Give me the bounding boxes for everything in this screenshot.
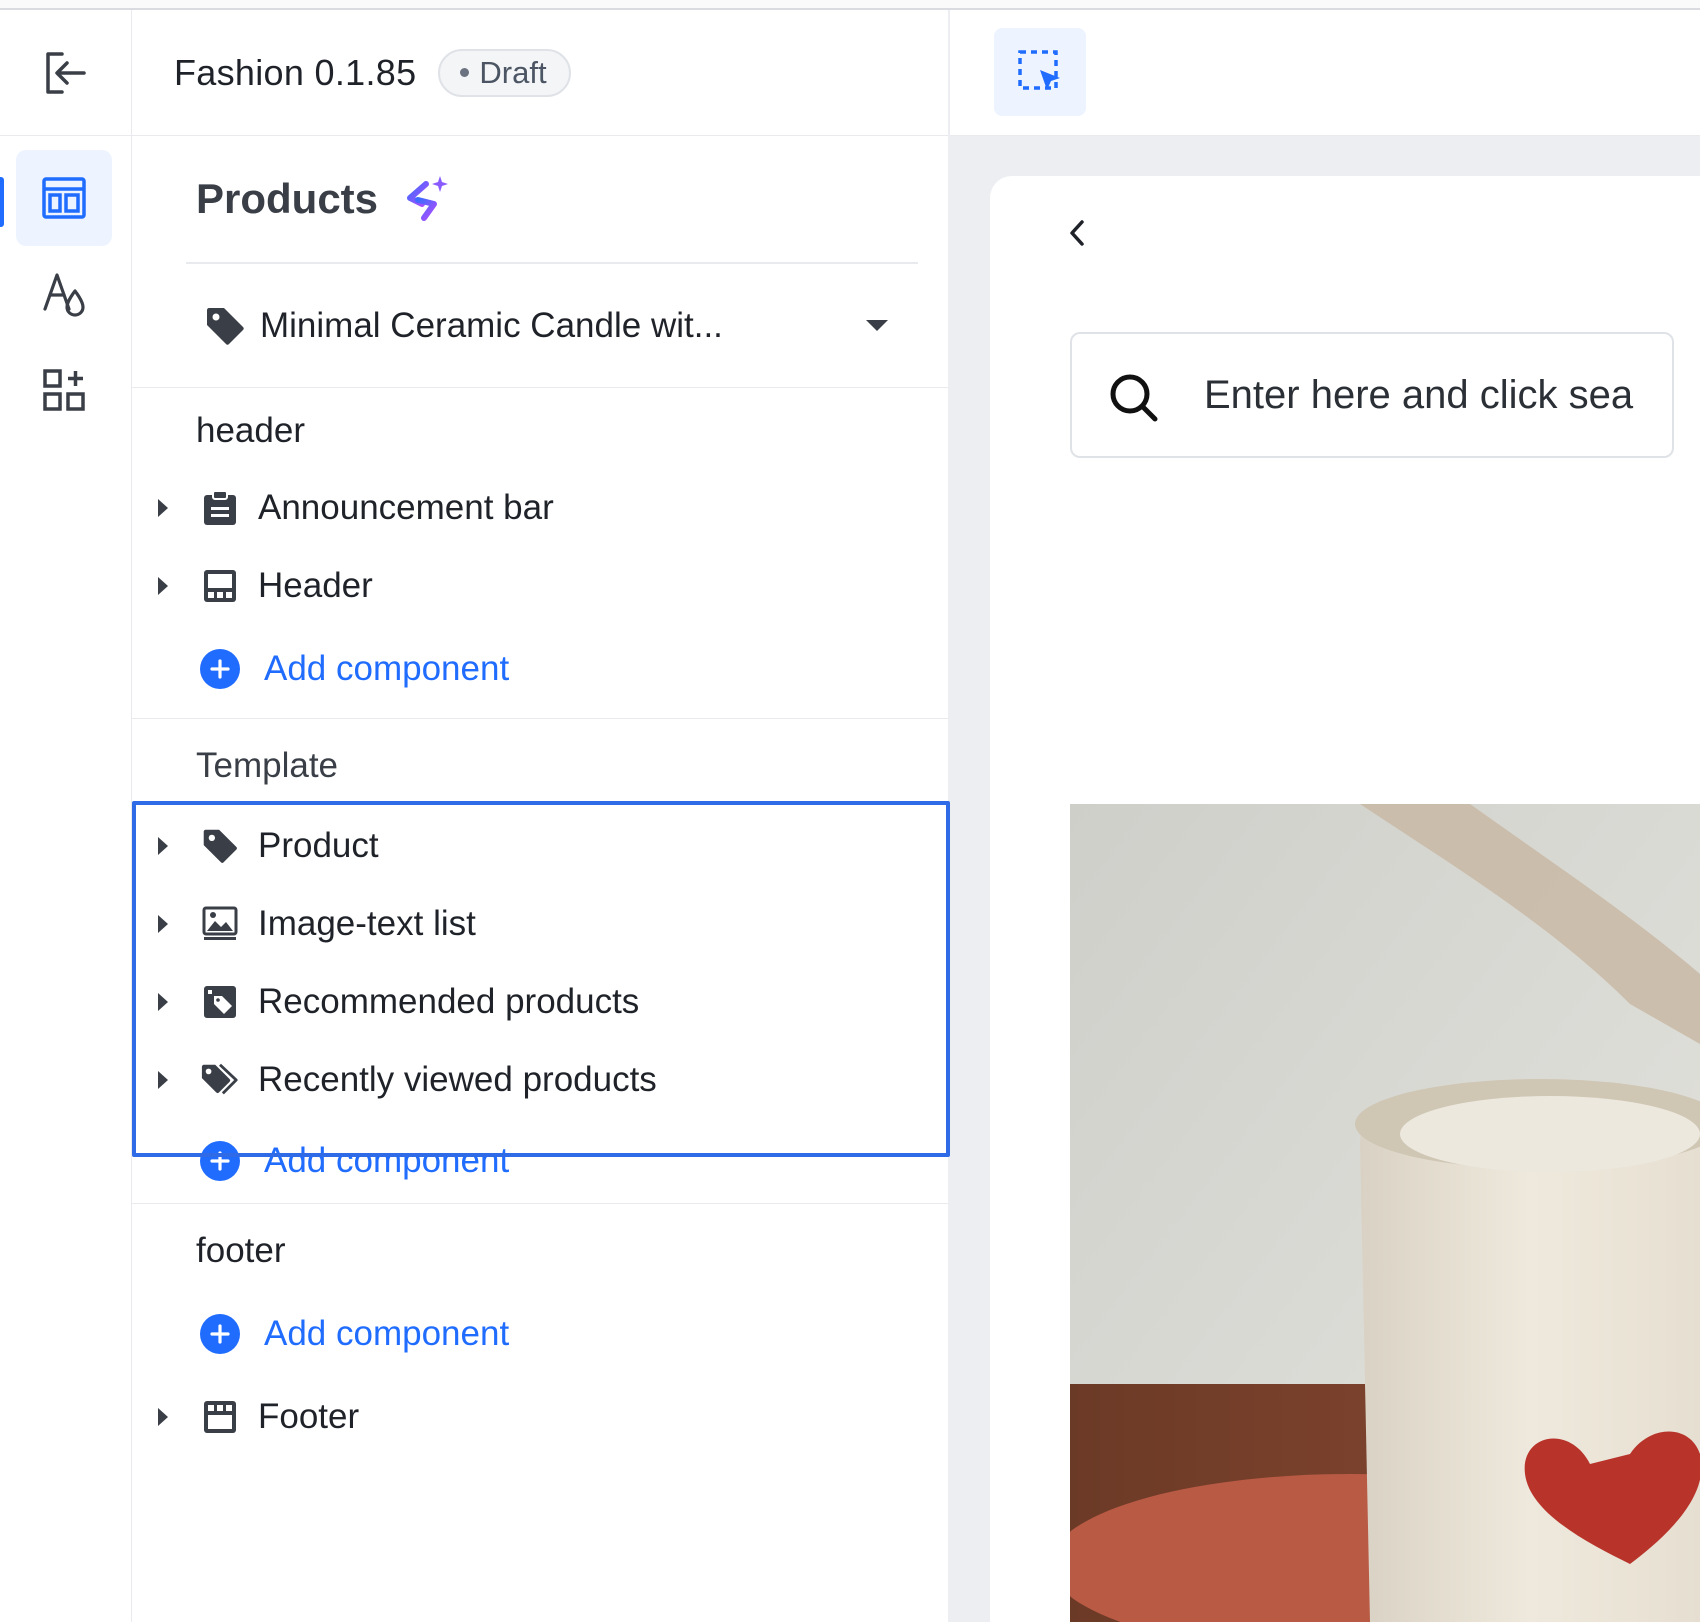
component-label: Recently viewed products (258, 1060, 657, 1099)
status-dot (460, 68, 470, 77)
header-layout-icon (200, 566, 240, 606)
exit-button[interactable] (0, 10, 131, 136)
add-component-label: Add component (264, 649, 510, 688)
typography-icon (43, 273, 85, 317)
expand-arrow-icon[interactable] (158, 1408, 168, 1426)
section-title-header: header (196, 411, 305, 450)
component-recommended-products[interactable]: Recommended products (132, 963, 948, 1041)
structure-panel: Fashion 0.1.85 Draft Products Minimal Ce… (132, 10, 950, 1622)
add-component-button[interactable]: Add component (132, 626, 948, 712)
plus-circle-icon (200, 1141, 240, 1181)
expand-arrow-icon[interactable] (158, 1071, 168, 1089)
expand-arrow-icon[interactable] (158, 915, 168, 933)
add-widget-icon (43, 369, 85, 411)
component-footer[interactable]: Footer (132, 1376, 948, 1458)
tag-icon (207, 307, 244, 345)
candle-photo (1070, 804, 1700, 1622)
footer-layout-icon (200, 1397, 240, 1437)
rail-apps-button[interactable] (16, 342, 112, 438)
component-announcement-bar[interactable]: Announcement bar (132, 470, 948, 546)
select-cursor-icon (1018, 50, 1060, 90)
tags-icon (200, 1060, 240, 1100)
search-icon (1110, 374, 1158, 422)
search-input[interactable]: Enter here and click sea (1070, 332, 1674, 458)
header-section: header Announcement bar Header Add compo… (132, 388, 948, 719)
plus-circle-icon (200, 649, 240, 689)
section-title-footer: footer (196, 1231, 286, 1270)
exit-icon (45, 51, 86, 94)
panel-header: Fashion 0.1.85 Draft (132, 10, 948, 136)
layout-icon (42, 177, 86, 219)
rail-layout-button[interactable] (16, 150, 112, 246)
component-label: Footer (258, 1397, 360, 1436)
component-header[interactable]: Header (132, 546, 948, 626)
theme-name: Fashion 0.1.85 (174, 51, 417, 93)
image-icon (200, 904, 240, 944)
window-top-border (0, 0, 1700, 10)
rail-theme-button[interactable] (16, 246, 112, 342)
expand-arrow-icon[interactable] (158, 577, 168, 595)
status-text: Draft (479, 54, 547, 90)
ai-sparkle-icon[interactable] (402, 174, 452, 224)
product-image[interactable] (1070, 804, 1700, 1622)
add-component-button[interactable]: Add component (132, 1119, 948, 1203)
component-recently-viewed-products[interactable]: Recently viewed products (132, 1041, 948, 1119)
search-placeholder: Enter here and click sea (1204, 372, 1634, 417)
expand-arrow-icon[interactable] (158, 499, 168, 517)
recommended-tag-icon (200, 982, 240, 1022)
icon-rail (0, 10, 132, 1622)
component-label: Image-text list (258, 904, 476, 943)
add-component-label: Add component (264, 1314, 510, 1353)
selected-product: Minimal Ceramic Candle wit... (260, 305, 723, 345)
component-image-text-list[interactable]: Image-text list (132, 885, 948, 963)
chevron-down-icon (866, 320, 888, 331)
tag-icon (200, 826, 240, 866)
component-product[interactable]: Product (132, 807, 948, 885)
status-badge: Draft (438, 48, 571, 97)
footer-section: footer Add component Footer (132, 1204, 948, 1458)
expand-arrow-icon[interactable] (158, 993, 168, 1011)
add-component-label: Add component (264, 1141, 510, 1180)
page-title-row: Products (132, 136, 948, 262)
add-component-button[interactable]: Add component (132, 1292, 948, 1376)
section-title-template: Template (196, 746, 339, 785)
preview-toolbar (950, 10, 1700, 136)
preview-canvas: Enter here and click sea (990, 176, 1700, 1622)
template-section: Template Product Image-text list Recomme… (132, 719, 950, 1204)
component-label: Product (258, 826, 379, 865)
page-title: Products (196, 175, 379, 222)
clipboard-icon (200, 488, 240, 528)
component-label: Header (258, 566, 373, 605)
component-label: Announcement bar (258, 488, 554, 527)
rail-active-indicator (0, 177, 4, 227)
select-element-button[interactable] (994, 28, 1086, 116)
product-selector[interactable]: Minimal Ceramic Candle wit... (132, 264, 948, 388)
component-label: Recommended products (258, 982, 640, 1021)
plus-circle-icon (200, 1314, 240, 1354)
expand-arrow-icon[interactable] (158, 837, 168, 855)
chevron-left-icon[interactable] (1066, 216, 1088, 250)
